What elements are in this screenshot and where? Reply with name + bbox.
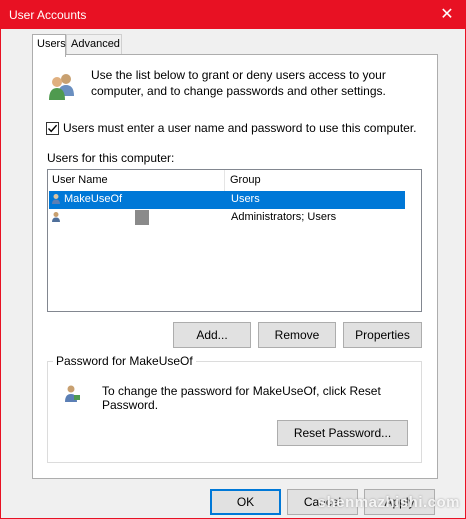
user-icon [51, 211, 63, 223]
password-groupbox: Password for MakeUseOf To change the pas… [47, 354, 422, 463]
window-title: User Accounts [9, 8, 87, 22]
users-list-label: Users for this computer: [47, 151, 175, 165]
users-icon [46, 70, 78, 102]
user-name-cell: MakeUseOf [64, 193, 123, 205]
group-cell: Users [231, 193, 260, 205]
intro-text: Use the list below to grant or deny user… [91, 68, 386, 98]
add-button[interactable]: Add... [173, 322, 251, 348]
tab-advanced[interactable]: Advanced [66, 34, 122, 55]
column-header-user-name[interactable]: User Name [52, 174, 108, 186]
require-login-label[interactable]: Users must enter a user name and passwor… [63, 121, 417, 135]
list-header: User Name Group [48, 170, 421, 191]
require-login-checkbox[interactable] [46, 122, 59, 135]
password-instructions: To change the password for MakeUseOf, cl… [102, 384, 381, 412]
close-icon[interactable]: ✕ [429, 1, 465, 29]
users-list[interactable]: User Name Group MakeUseOf Users Administ… [47, 169, 422, 312]
properties-button[interactable]: Properties [343, 322, 422, 348]
redacted-user-name [135, 210, 149, 225]
remove-button[interactable]: Remove [258, 322, 336, 348]
ok-button[interactable]: OK [210, 489, 281, 515]
list-row-makeuseof[interactable]: MakeUseOf Users [49, 191, 405, 209]
user-icon [51, 193, 63, 205]
user-accounts-window: User Accounts ✕ Users Advanced Use the l… [0, 0, 466, 519]
group-cell: Administrators; Users [231, 211, 337, 223]
reset-password-button[interactable]: Reset Password... [277, 420, 408, 446]
list-row-admin[interactable]: Administrators; Users [49, 209, 405, 227]
column-header-group[interactable]: Group [230, 174, 261, 186]
password-group-title: Password for MakeUseOf [53, 354, 196, 368]
password-user-icon [62, 384, 82, 404]
watermark-text: shenmazhishi.com [317, 494, 460, 511]
users-tab-panel: Use the list below to grant or deny user… [32, 54, 438, 479]
title-bar: User Accounts ✕ [1, 1, 465, 29]
column-divider[interactable] [224, 170, 225, 191]
tab-users[interactable]: Users [32, 34, 66, 57]
